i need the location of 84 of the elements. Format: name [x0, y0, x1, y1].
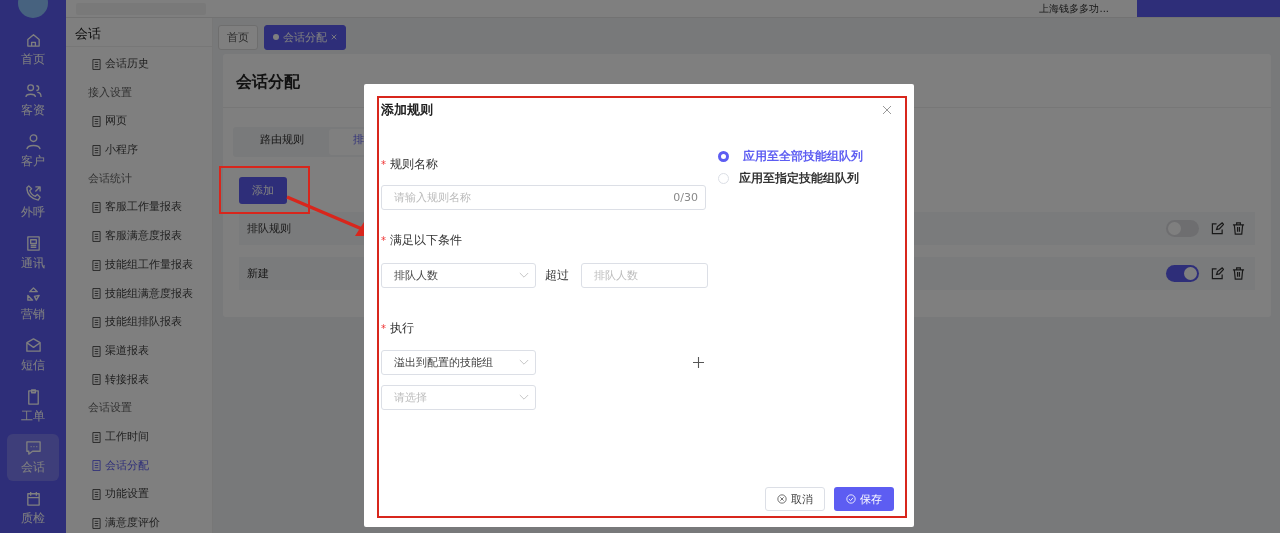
nav-icon — [24, 439, 42, 456]
required-mark: * — [381, 234, 386, 246]
submenu-item[interactable]: 技能组排队报表 — [66, 308, 212, 337]
submenu-item[interactable]: 会话分配 — [66, 451, 212, 481]
submenu-item[interactable]: 客服工作量报表 — [66, 193, 212, 223]
nav-icon — [24, 82, 42, 99]
action-select[interactable]: 溢出到配置的技能组 — [381, 350, 536, 375]
submenu-item[interactable]: 会话历史 — [66, 50, 212, 79]
document-icon — [92, 144, 101, 156]
document-icon — [92, 317, 101, 329]
nav-icon — [24, 235, 42, 252]
nav-item[interactable]: 客户 — [7, 128, 59, 175]
document-icon — [92, 116, 101, 128]
page-tab[interactable]: 首页 — [218, 24, 258, 50]
submenu-item[interactable]: 小程序 — [66, 136, 212, 165]
submenu-item[interactable]: 网页 — [66, 107, 212, 137]
submenu-item[interactable]: 技能组工作量报表 — [66, 250, 212, 280]
add-button[interactable]: 添加 — [239, 177, 287, 204]
save-button[interactable]: 保存 — [834, 487, 894, 511]
submenu-group-title: 会话设置 — [87, 400, 133, 417]
submenu-item[interactable]: 转接报表 — [66, 365, 212, 395]
operator-label: 超过 — [545, 267, 569, 284]
account-name[interactable]: 上海钱多多功... — [1039, 1, 1109, 16]
submenu-title: 会话 — [66, 22, 212, 47]
rule-name: 排队规则 — [247, 221, 291, 236]
edit-icon[interactable] — [1211, 222, 1224, 235]
delete-icon[interactable] — [1232, 267, 1245, 280]
document-icon — [92, 517, 101, 529]
required-mark: * — [381, 322, 386, 334]
submenu-item[interactable]: 满意度评价 — [66, 509, 212, 533]
cancel-icon — [777, 494, 787, 504]
nav-item[interactable]: 通讯 — [7, 230, 59, 277]
character-counter: 0/30 — [673, 191, 698, 204]
document-icon — [92, 58, 101, 70]
nav-icon — [24, 286, 42, 303]
edit-icon[interactable] — [1211, 267, 1224, 280]
nav-item[interactable]: 质检 — [7, 485, 59, 532]
document-icon — [92, 374, 101, 386]
check-icon — [846, 494, 856, 504]
nav-item[interactable]: 外呼 — [7, 179, 59, 226]
cancel-button[interactable]: 取消 — [765, 487, 825, 511]
nav-item[interactable]: 短信 — [7, 332, 59, 379]
delete-icon[interactable] — [1232, 222, 1245, 235]
document-icon — [92, 345, 101, 357]
rule-tab[interactable]: 路由规则 — [235, 129, 329, 155]
document-icon — [92, 460, 101, 472]
rule-name: 新建 — [247, 266, 269, 281]
document-icon — [92, 489, 101, 501]
nav-icon — [24, 31, 42, 48]
radio-label[interactable]: 应用至全部技能组队列 — [743, 147, 863, 165]
page-tab[interactable]: 会话分配 — [264, 24, 346, 50]
document-icon — [92, 202, 101, 214]
nav-item[interactable]: 营销 — [7, 281, 59, 328]
document-icon — [92, 288, 101, 300]
chevron-down-icon — [519, 272, 529, 279]
nav-icon — [24, 184, 42, 201]
submenu-item[interactable]: 渠道报表 — [66, 336, 212, 366]
document-icon — [92, 259, 101, 271]
submenu-group-title: 会话统计 — [87, 170, 133, 187]
nav-item[interactable]: 首页 — [7, 26, 59, 73]
document-icon — [92, 431, 101, 443]
nav-icon — [24, 133, 42, 150]
nav-icon — [24, 337, 42, 354]
chevron-down-icon — [519, 394, 529, 401]
submenu-item[interactable]: 客服满意度报表 — [66, 222, 212, 251]
nav-icon — [24, 490, 42, 507]
submenu-item[interactable]: 技能组满意度报表 — [66, 279, 212, 309]
radio-button[interactable] — [718, 150, 729, 162]
close-icon[interactable] — [882, 105, 892, 115]
document-icon — [92, 230, 101, 242]
required-mark: * — [381, 158, 386, 170]
nav-item[interactable]: 工单 — [7, 383, 59, 430]
submenu-group-title: 接入设置 — [87, 84, 133, 101]
chevron-down-icon — [519, 359, 529, 366]
field-label: 执行 — [390, 319, 414, 337]
add-icon[interactable] — [693, 357, 704, 368]
nav-item[interactable]: 客资 — [7, 77, 59, 124]
field-label: 满足以下条件 — [390, 231, 462, 249]
metric-select[interactable]: 排队人数 — [381, 263, 536, 288]
toggle-switch[interactable] — [1166, 265, 1199, 282]
submenu-item[interactable]: 工作时间 — [66, 422, 212, 452]
field-label: 规则名称 — [390, 155, 438, 173]
radio-label[interactable]: 应用至指定技能组队列 — [739, 169, 859, 187]
submenu-item[interactable]: 功能设置 — [66, 480, 212, 509]
